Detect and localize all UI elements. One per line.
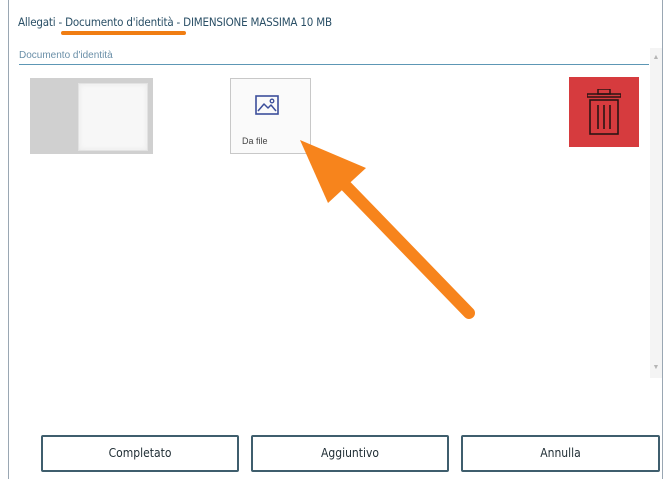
section-divider: [19, 64, 649, 65]
vertical-scrollbar[interactable]: ▲ ▼: [650, 48, 662, 378]
title-bar: Allegati - Documento d'identità - DIMENS…: [9, 0, 664, 44]
delete-button[interactable]: [569, 77, 639, 147]
attachment-preview: [30, 78, 153, 154]
title-highlight-underline: [61, 31, 186, 35]
title-prefix: Allegati -: [18, 15, 66, 29]
annotation-arrow-icon: [300, 140, 475, 319]
annulla-button[interactable]: Annulla: [461, 435, 660, 472]
image-icon: [255, 95, 279, 115]
from-file-label: Da file: [242, 136, 268, 146]
title-max-size: - DIMENSIONE MASSIMA 10 MB: [173, 15, 333, 29]
completato-button[interactable]: Completato: [41, 435, 239, 472]
section-label: Documento d'identità: [19, 50, 113, 61]
attachment-dialog: Allegati - Documento d'identità - DIMENS…: [8, 0, 663, 479]
trash-icon: [587, 89, 621, 135]
title-document-type: Documento d'identità: [65, 15, 174, 29]
dialog-title: Allegati - Documento d'identità - DIMENS…: [18, 15, 332, 29]
scroll-up-icon[interactable]: ▲: [650, 52, 662, 64]
aggiuntivo-button[interactable]: Aggiuntivo: [251, 435, 449, 472]
from-file-button[interactable]: Da file: [230, 78, 311, 154]
preview-placeholder: [78, 83, 148, 151]
scroll-down-icon[interactable]: ▼: [650, 362, 662, 374]
